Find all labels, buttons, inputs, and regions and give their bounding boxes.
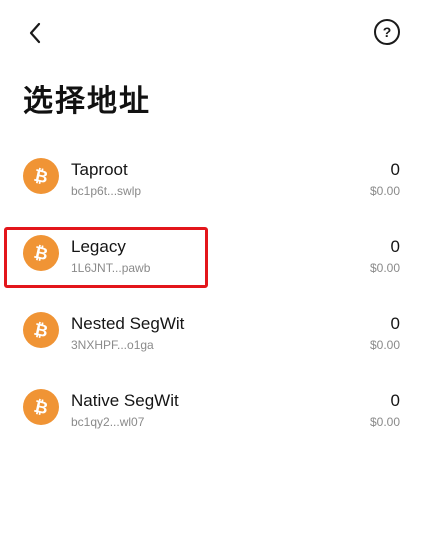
- bitcoin-icon: ₿: [23, 389, 59, 425]
- bitcoin-icon: ₿: [23, 312, 59, 348]
- fiat-value: $0.00: [369, 261, 400, 275]
- address-type-name: Taproot: [71, 160, 128, 179]
- svg-text:₿: ₿: [32, 166, 50, 186]
- balance-amount: 0: [390, 391, 400, 410]
- page-title: 选择地址: [23, 84, 151, 119]
- svg-text:₿: ₿: [32, 243, 50, 263]
- address-row-native-segwit[interactable]: ₿ Native SegWit bc1qy2...wl07 0 $0.00: [0, 371, 424, 448]
- balance-amount: 0: [390, 160, 400, 179]
- address-row-nested-segwit[interactable]: ₿ Nested SegWit 3NXHPF...o1ga 0 $0.00: [0, 294, 424, 371]
- address-type-list: ₿ Taproot bc1p6t...swlp 0 $0.00 ₿ Legacy…: [0, 140, 424, 448]
- bitcoin-icon: ₿: [23, 235, 59, 271]
- address-row-taproot[interactable]: ₿ Taproot bc1p6t...swlp 0 $0.00: [0, 140, 424, 217]
- fiat-value: $0.00: [369, 184, 400, 198]
- fiat-value: $0.00: [369, 415, 400, 429]
- address-value: bc1qy2...wl07: [71, 415, 145, 429]
- balance-amount: 0: [390, 314, 400, 333]
- help-button[interactable]: ?: [374, 19, 400, 45]
- bitcoin-icon: ₿: [23, 158, 59, 194]
- address-value: 3NXHPF...o1ga: [71, 338, 154, 352]
- balance-amount: 0: [390, 237, 400, 256]
- svg-text:₿: ₿: [32, 320, 50, 340]
- address-type-name: Native SegWit: [71, 391, 179, 410]
- address-type-name: Nested SegWit: [71, 314, 185, 333]
- address-type-name: Legacy: [71, 237, 126, 256]
- address-value: bc1p6t...swlp: [71, 184, 142, 198]
- select-address-screen: ? 选择地址 ₿ Taproot bc1p6t...swlp 0 $0.00 ₿…: [0, 0, 424, 546]
- svg-text:₿: ₿: [32, 397, 50, 417]
- question-circle-icon: ?: [382, 24, 392, 40]
- back-button[interactable]: [20, 18, 50, 48]
- chevron-left-icon: [29, 22, 41, 44]
- address-row-legacy[interactable]: ₿ Legacy 1L6JNT...pawb 0 $0.00: [0, 217, 424, 294]
- address-value: 1L6JNT...pawb: [71, 261, 151, 275]
- fiat-value: $0.00: [369, 338, 400, 352]
- top-bar: ?: [0, 0, 424, 64]
